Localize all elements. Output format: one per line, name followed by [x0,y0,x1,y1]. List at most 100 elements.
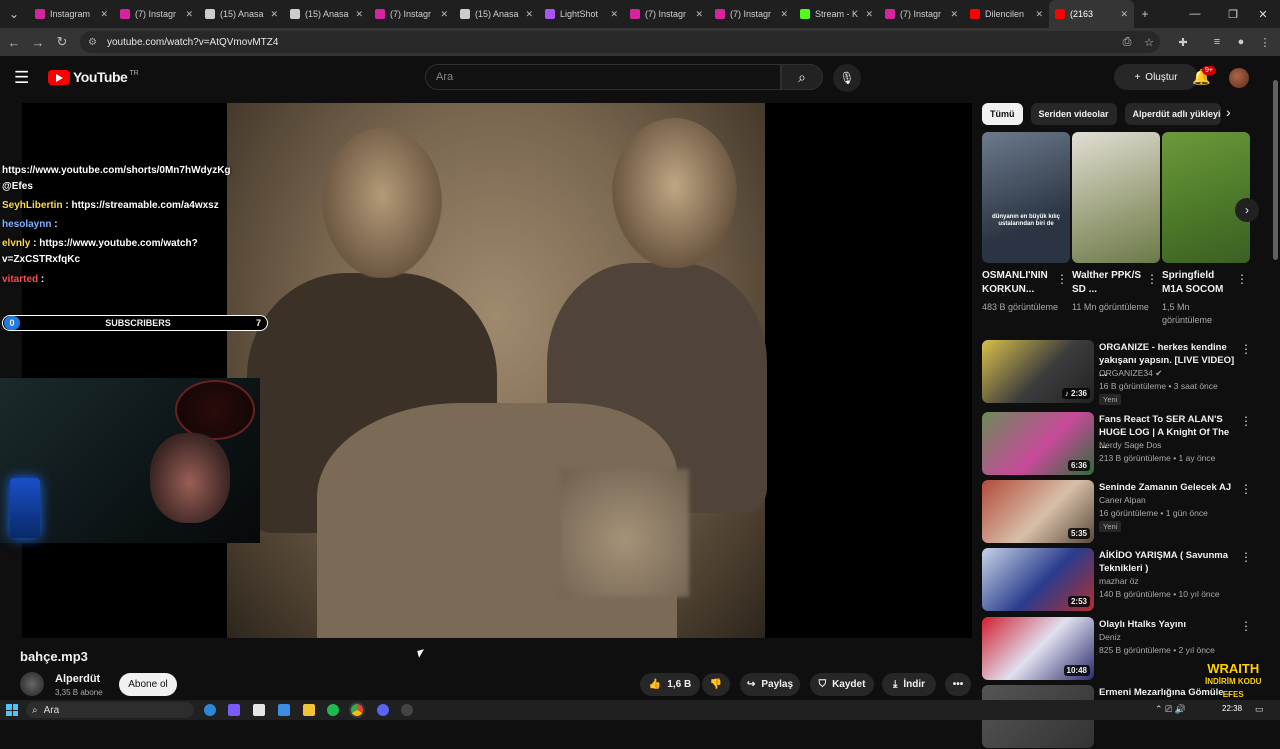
share-button[interactable]: ↪ Paylaş [740,673,800,696]
close-tab-icon[interactable]: ✕ [695,9,703,20]
filter-chip[interactable]: Tümü [982,103,1023,125]
obs-icon[interactable] [401,704,413,716]
channel-name[interactable]: Alperdüt [55,673,100,685]
video-thumbnail[interactable]: 10:48 [982,617,1094,680]
new-tab-button[interactable]: + [1134,3,1156,25]
hamburger-menu-icon[interactable]: ☰ [14,68,34,88]
install-icon[interactable]: ⎙ [1116,30,1138,54]
search-button[interactable]: ⌕ [781,64,823,90]
forward-icon[interactable]: → [26,30,50,54]
more-options-icon[interactable]: ⋮ [1240,414,1252,428]
more-options-icon[interactable]: ⋮ [1240,342,1252,356]
page-scrollbar[interactable] [1272,70,1280,690]
video-title[interactable]: Olaylı Htalks Yayını [1099,618,1239,631]
start-icon[interactable] [6,704,18,716]
more-actions-button[interactable]: ••• [945,673,971,696]
short-more-icon[interactable]: ⋮ [1056,272,1068,286]
video-player[interactable]: https://www.youtube.com/shorts/0Mn7hWdyz… [0,103,972,638]
short-more-icon[interactable]: ⋮ [1236,272,1248,286]
close-tab-icon[interactable]: ✕ [865,9,873,20]
browser-tab[interactable]: (7) Instagr ✕ [879,0,964,28]
notification-center-icon[interactable]: ▭ [1255,704,1264,715]
video-title[interactable]: Seninde Zamanın Gelecek AJ [1099,481,1239,494]
copilot-icon[interactable] [228,704,240,716]
browser-tab[interactable]: Dilencilen ✕ [964,0,1049,28]
discord-icon[interactable] [377,704,389,716]
channel-name[interactable]: mazhar öz [1099,576,1139,586]
maximize-button[interactable]: ❐ [1216,0,1250,28]
download-button[interactable]: ⤓ İndir [882,673,936,696]
reload-icon[interactable]: ↻ [50,30,74,54]
close-window-button[interactable]: ✕ [1246,0,1280,28]
back-icon[interactable]: ← [2,30,26,54]
short-title[interactable]: Walther PPK/S SD ... [1072,269,1142,297]
browser-tab[interactable]: (7) Instagr ✕ [709,0,794,28]
dislike-button[interactable]: 👎 [702,673,730,696]
channel-name[interactable]: ORGANIZE34 ✔ [1099,368,1162,379]
browser-tab[interactable]: (7) Instagr ✕ [114,0,199,28]
browser-tab[interactable]: (7) Instagr ✕ [369,0,454,28]
browser-tab[interactable]: (15) Anasa ✕ [284,0,369,28]
like-button[interactable]: 👍 1,6 B [640,673,700,696]
channel-name[interactable]: Deniz [1099,632,1121,642]
extensions-icon[interactable]: ✚ [1172,30,1194,54]
spotify-icon[interactable] [327,704,339,716]
scroll-thumb[interactable] [1273,80,1278,260]
store-icon[interactable] [253,704,265,716]
more-options-icon[interactable]: ⋮ [1240,482,1252,496]
close-tab-icon[interactable]: ✕ [100,9,108,20]
browser-tab[interactable]: Stream - K ✕ [794,0,879,28]
filter-chip[interactable]: Seriden videolar [1030,103,1117,125]
close-tab-icon[interactable]: ✕ [950,9,958,20]
short-title[interactable]: OSMANLI'NIN KORKUN... [982,269,1052,297]
browser-tab[interactable]: (2163 ✕ [1049,0,1134,28]
video-thumbnail[interactable]: 2:53 [982,548,1094,611]
more-options-icon[interactable]: ⋮ [1240,550,1252,564]
save-button[interactable]: ⛉ Kaydet [810,673,874,696]
search-input[interactable]: Ara [425,64,781,90]
youtube-logo[interactable]: YouTube TR [48,69,139,85]
filter-chip[interactable]: Alperdüt adlı yükleyic [1124,103,1221,125]
close-tab-icon[interactable]: ✕ [270,9,278,20]
tab-list-button[interactable]: ⌄ [3,3,25,25]
short-more-icon[interactable]: ⋮ [1146,272,1158,286]
menu-dots-icon[interactable]: ⋮ [1254,30,1276,54]
minimize-button[interactable]: — [1178,0,1212,28]
recommended-video[interactable]: 2:53 AİKİDO YARIŞMA ( Savunma Teknikleri … [982,548,1262,612]
tray-icons[interactable]: ⌃ ⎚ 🔊 [1155,704,1186,715]
browser-tab[interactable]: (15) Anasa ✕ [454,0,539,28]
channel-name[interactable]: Nerdy Sage Dos [1099,440,1161,450]
close-tab-icon[interactable]: ✕ [610,9,618,20]
close-tab-icon[interactable]: ✕ [185,9,193,20]
close-tab-icon[interactable]: ✕ [780,9,788,20]
video-thumbnail[interactable]: ♪ 2:36 [982,340,1094,403]
chevron-right-icon[interactable]: › [1226,104,1231,120]
close-tab-icon[interactable]: ✕ [355,9,363,20]
chrome-icon[interactable] [351,704,363,716]
subscribe-button[interactable]: Abone ol [119,673,177,696]
media-controls-icon[interactable]: ≡ [1206,30,1228,54]
short-thumbnail[interactable] [1072,132,1160,263]
mail-icon[interactable] [278,704,290,716]
close-tab-icon[interactable]: ✕ [525,9,533,20]
channel-name[interactable]: Caner Alpan [1099,495,1146,505]
channel-avatar[interactable] [20,672,44,696]
close-tab-icon[interactable]: ✕ [1120,9,1128,20]
site-info-icon[interactable]: ⚙ [88,37,97,48]
recommended-video[interactable]: 6:36 Fans React To SER ALAN'S HUGE LOG | … [982,412,1262,476]
more-options-icon[interactable]: ⋮ [1240,619,1252,633]
video-title[interactable]: AİKİDO YARIŞMA ( Savunma Teknikleri ) [1099,549,1239,575]
browser-tab[interactable]: (7) Instagr ✕ [624,0,709,28]
create-button[interactable]: + Oluştur [1114,64,1198,90]
short-thumbnail[interactable] [1162,132,1250,263]
recommended-video[interactable]: ♪ 2:36 ORGANIZE - herkes kendine yakışanı… [982,340,1262,405]
browser-tab[interactable]: (15) Anasa ✕ [199,0,284,28]
video-thumbnail[interactable]: 6:36 [982,412,1094,475]
recommended-video[interactable]: 5:35 Seninde Zamanın Gelecek AJ Caner Alpa… [982,480,1262,544]
account-avatar[interactable] [1229,68,1249,88]
close-tab-icon[interactable]: ✕ [440,9,448,20]
bookmark-star-icon[interactable]: ☆ [1138,30,1160,54]
browser-tab[interactable]: Instagram ✕ [29,0,114,28]
edge-icon[interactable] [204,704,216,716]
taskbar-search[interactable]: ⌕ Ara [26,702,194,718]
